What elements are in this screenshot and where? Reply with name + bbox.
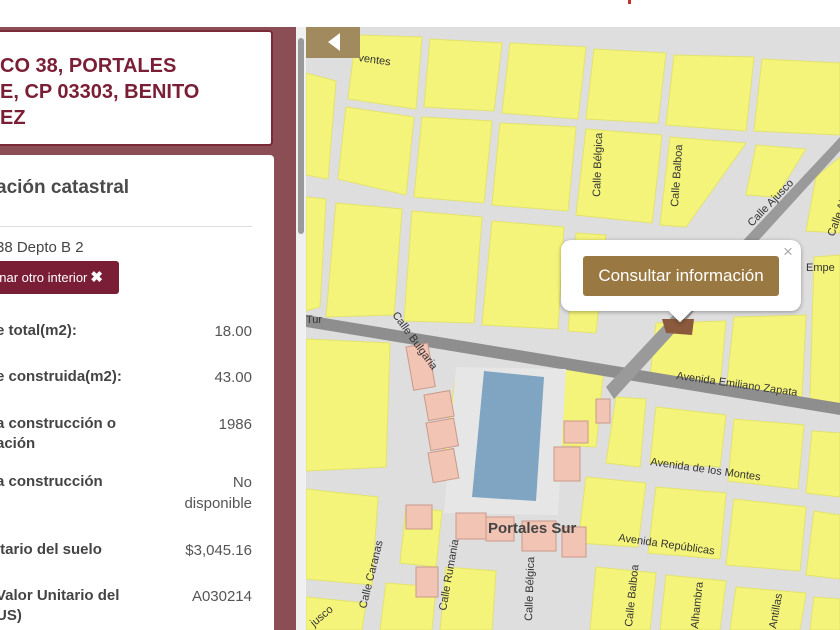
row-label: Valor Unitario del US)	[0, 586, 156, 626]
select-other-label: onar otro interior	[0, 270, 88, 285]
row-label-line: itario del suelo	[0, 541, 102, 558]
city-block	[575, 128, 663, 224]
row-value: $3,045.16	[152, 540, 252, 561]
app-screen: CO 38, PORTALES E, CP 03303, BENITO EZ a…	[0, 0, 840, 630]
row-label: a construcción	[0, 472, 146, 492]
row-label: e construida(m2):	[0, 367, 146, 387]
row-value-line: disponible	[184, 495, 252, 512]
row-label: e total(m2):	[0, 321, 146, 341]
city-block	[809, 596, 840, 630]
row-value-line: $3,045.16	[185, 542, 252, 559]
address-card: CO 38, PORTALES E, CP 03303, BENITO EZ	[0, 30, 273, 146]
unit-identifier: 38 Depto B 2	[0, 239, 84, 256]
info-sidebar: CO 38, PORTALES E, CP 03303, BENITO EZ a…	[0, 27, 296, 630]
row-value-line: 43.00	[214, 369, 252, 386]
row-label: itario del suelo	[0, 540, 146, 560]
panel-toggle-button[interactable]	[306, 27, 360, 58]
consult-info-button[interactable]: Consultar información	[583, 256, 779, 296]
row-label-line: US)	[0, 607, 22, 624]
row-label: a construcción o ación	[0, 414, 146, 454]
address-line: E, CP 03303, BENITO	[0, 81, 200, 103]
city-block	[403, 210, 483, 324]
divider	[0, 226, 252, 227]
popup-close-icon[interactable]: ×	[783, 243, 793, 260]
pink-lot	[415, 566, 439, 598]
row-value-line: 1986	[218, 416, 252, 433]
scrollbar-thumb[interactable]	[298, 38, 304, 234]
city-block	[481, 220, 565, 330]
row-value: 1986	[152, 414, 252, 435]
cadastral-info-card: ación catastral 38 Depto B 2 onar otro i…	[0, 155, 274, 630]
pink-lot	[425, 417, 460, 452]
row-value: No disponible	[152, 472, 252, 514]
street-label: Tur	[306, 314, 322, 326]
map-canvas[interactable]: ventes Calle Bélgica Calle Balboa Calle …	[306, 27, 840, 630]
city-block	[501, 42, 587, 120]
city-block	[753, 58, 840, 136]
street-label: Calle Bélgica	[523, 556, 537, 621]
city-block	[491, 122, 577, 212]
city-block	[423, 38, 503, 112]
pink-lot	[455, 512, 487, 540]
row-label-line: ación	[0, 435, 36, 452]
city-block	[809, 254, 840, 404]
pink-lot	[423, 389, 455, 422]
selected-lot[interactable]	[662, 319, 694, 335]
row-label-line: a construcción	[0, 473, 103, 490]
district-label: Portales Sur	[488, 520, 577, 537]
row-value: A030214	[152, 586, 252, 607]
city-block	[325, 202, 403, 318]
row-value-line: A030214	[191, 588, 252, 605]
row-value-line: 18.00	[214, 323, 252, 340]
address-text: CO 38, PORTALES E, CP 03303, BENITO EZ	[0, 53, 260, 131]
pink-lot	[553, 446, 581, 482]
street-label: Calle Bélgica	[591, 132, 605, 197]
row-value: 18.00	[152, 321, 252, 342]
row-label-line: a construcción o	[0, 415, 117, 432]
info-title: ación catastral	[0, 177, 130, 198]
city-block	[306, 338, 391, 472]
row-value-line: No	[232, 474, 252, 491]
collapse-arrow-icon	[328, 33, 340, 51]
city-block	[805, 430, 840, 498]
pink-lot	[563, 420, 589, 444]
row-label-line: Valor Unitario del	[0, 587, 120, 604]
select-other-interior-button[interactable]: onar otro interior ✖	[0, 261, 119, 294]
city-block	[725, 498, 807, 572]
pink-lot	[595, 398, 611, 424]
pink-lot	[427, 447, 460, 484]
header-accent-mark	[628, 0, 631, 4]
map-view[interactable]: ventes Calle Bélgica Calle Balboa Calle …	[306, 27, 840, 630]
row-label-line: e construida(m2):	[0, 368, 122, 385]
row-value: 43.00	[152, 367, 252, 388]
park-area	[472, 371, 544, 501]
address-line: CO 38, PORTALES	[0, 55, 177, 77]
row-label-line: e total(m2):	[0, 322, 77, 339]
city-block	[665, 54, 755, 132]
close-x-icon: ✖	[90, 269, 103, 286]
city-block	[413, 116, 493, 204]
city-block	[585, 48, 667, 124]
address-line: EZ	[0, 107, 26, 129]
pink-lot	[405, 504, 433, 530]
street-label: Empe	[806, 262, 835, 274]
city-block	[337, 106, 415, 196]
